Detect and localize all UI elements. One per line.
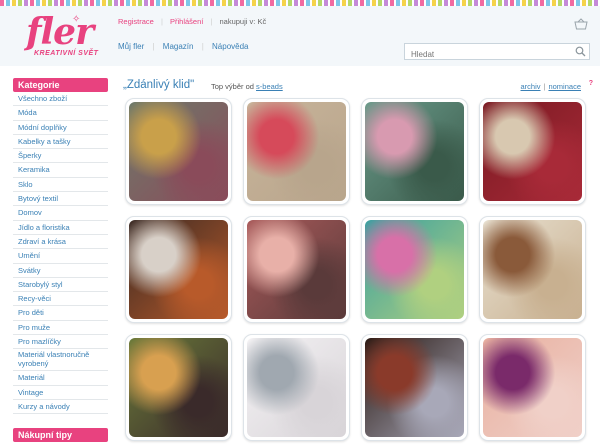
- category-item[interactable]: Svátky: [13, 264, 108, 278]
- content-links: archiv | nominace: [521, 82, 582, 91]
- product-tile-bead-bracelets[interactable]: [243, 216, 350, 323]
- category-item[interactable]: Šperky: [13, 149, 108, 164]
- category-item[interactable]: Materiál: [13, 371, 108, 386]
- nav-my-fler[interactable]: Můj fler: [118, 42, 144, 51]
- product-tile-drawer-pouch[interactable]: [479, 216, 586, 323]
- login-link[interactable]: Přihlášení: [170, 17, 203, 26]
- category-item[interactable]: Pro mazlíčky: [13, 335, 108, 350]
- product-tile-white-shirts[interactable]: [243, 334, 350, 441]
- category-item[interactable]: Módní doplňky: [13, 121, 108, 135]
- product-image[interactable]: [483, 338, 582, 437]
- search-box: [404, 43, 590, 62]
- product-tile-embroidered-jellyfish[interactable]: [243, 98, 350, 205]
- category-item[interactable]: Všechno zboží: [13, 92, 108, 107]
- product-image[interactable]: [483, 220, 582, 319]
- category-item[interactable]: Jídlo a floristika: [13, 221, 108, 235]
- category-item[interactable]: Móda: [13, 106, 108, 121]
- divider: |: [160, 17, 163, 26]
- product-image[interactable]: [247, 338, 346, 437]
- help-icon[interactable]: ?: [589, 80, 593, 87]
- nominate-link[interactable]: nominace: [548, 82, 581, 91]
- divider: |: [201, 42, 204, 51]
- product-tile-dragonfly-textile[interactable]: [361, 98, 468, 205]
- categories-heading: Kategorie: [13, 78, 108, 92]
- product-tile-beaded-earrings[interactable]: [125, 216, 232, 323]
- product-image[interactable]: [129, 102, 228, 201]
- category-item[interactable]: Kurzy a návody: [13, 400, 108, 415]
- curator-link[interactable]: s-beads: [256, 82, 283, 91]
- archive-link[interactable]: archiv: [521, 82, 541, 91]
- category-item[interactable]: Kabelky a tašky: [13, 135, 108, 150]
- product-tile-floral-dress-woman[interactable]: [125, 334, 232, 441]
- category-item[interactable]: Starobylý styl: [13, 278, 108, 293]
- bird-icon: ✧: [72, 14, 81, 25]
- category-list: Všechno zboží Móda Módní doplňky Kabelky…: [13, 92, 108, 415]
- nav-help[interactable]: Nápověda: [212, 42, 248, 51]
- currency-selector[interactable]: nakupuji v: Kč: [220, 17, 267, 26]
- product-tile-glass-bead-necklace[interactable]: [361, 334, 468, 441]
- search-icon[interactable]: [575, 46, 586, 57]
- page-title: „Zdánlivý klid": [123, 79, 195, 91]
- main-navigation: Můj fler | Magazín | Nápověda: [118, 42, 249, 51]
- logo-wordmark: fler: [26, 11, 94, 53]
- shopping-tips-heading[interactable]: Nákupní tipy: [13, 428, 108, 442]
- curator-line: Top výběr od s-beads: [211, 82, 283, 91]
- account-links: Registrace | Přihlášení | nakupuji v: Kč: [118, 17, 266, 26]
- site-header: fler ✧ KREATIVNÍ SVĚT Registrace | Přihl…: [0, 6, 600, 66]
- curator-prefix: Top výběr od: [211, 82, 257, 91]
- basket-icon[interactable]: [574, 18, 588, 30]
- logo-tagline: KREATIVNÍ SVĚT: [34, 50, 99, 57]
- product-tile-pendant-necklace[interactable]: [125, 98, 232, 205]
- category-item[interactable]: Recy-věci: [13, 292, 108, 307]
- category-item[interactable]: Vintage: [13, 386, 108, 400]
- product-image[interactable]: [483, 102, 582, 201]
- product-image[interactable]: [365, 220, 464, 319]
- category-item[interactable]: Sklo: [13, 178, 108, 193]
- category-sidebar: Kategorie Všechno zboží Móda Módní doplň…: [13, 78, 108, 415]
- divider: |: [210, 17, 213, 26]
- product-image[interactable]: [129, 338, 228, 437]
- category-item[interactable]: Umění: [13, 249, 108, 264]
- product-tile-feather-painting[interactable]: [361, 216, 468, 323]
- nav-magazine[interactable]: Magazín: [163, 42, 194, 51]
- product-image[interactable]: [365, 102, 464, 201]
- content-header: „Zdánlivý klid" Top výběr od s-beads arc…: [123, 79, 593, 93]
- category-item[interactable]: Materiál vlastnoručně vyrobený: [13, 349, 108, 372]
- site-logo[interactable]: fler ✧ KREATIVNÍ SVĚT: [20, 12, 105, 64]
- category-item[interactable]: Domov: [13, 206, 108, 221]
- category-item[interactable]: Keramika: [13, 163, 108, 178]
- category-item[interactable]: Pro děti: [13, 306, 108, 321]
- product-image[interactable]: [365, 338, 464, 437]
- category-item[interactable]: Zdraví a krása: [13, 235, 108, 250]
- category-item[interactable]: Pro muže: [13, 321, 108, 336]
- category-item[interactable]: Bytový textil: [13, 192, 108, 207]
- product-tile-lace-tablet-case[interactable]: [479, 98, 586, 205]
- divider: |: [543, 82, 546, 91]
- product-image[interactable]: [247, 102, 346, 201]
- product-image[interactable]: [247, 220, 346, 319]
- divider: |: [152, 42, 155, 51]
- register-link[interactable]: Registrace: [118, 17, 154, 26]
- product-image[interactable]: [129, 220, 228, 319]
- product-tile-ring-on-hand[interactable]: [479, 334, 586, 441]
- search-input[interactable]: [405, 47, 571, 62]
